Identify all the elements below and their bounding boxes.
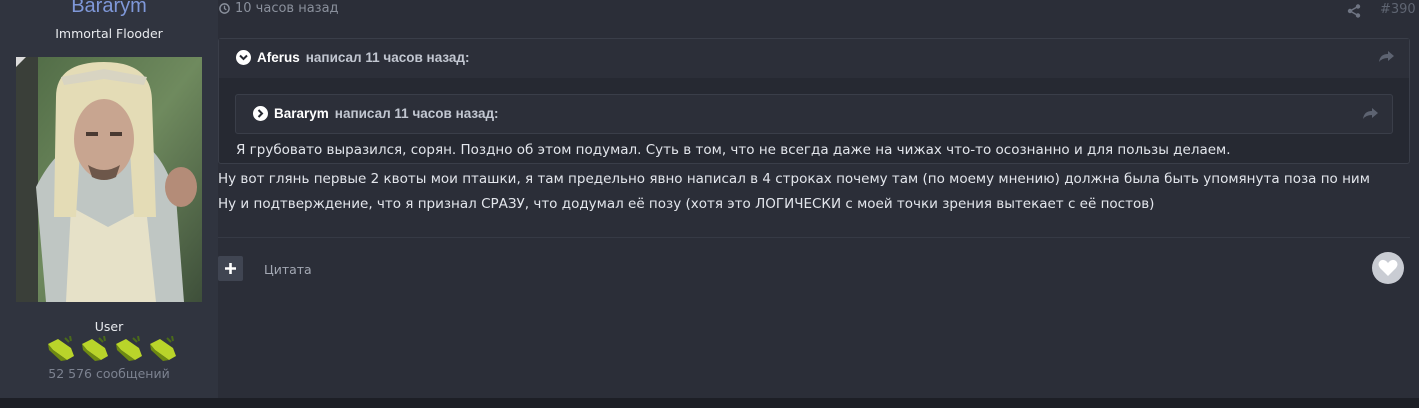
clock-icon bbox=[219, 3, 230, 14]
inner-quote-suffix: написал 11 часов назад: bbox=[334, 106, 499, 121]
plus-icon bbox=[225, 263, 236, 274]
outer-quote-author[interactable]: Aferus bbox=[257, 50, 300, 65]
page-bottom-strip bbox=[0, 398, 1419, 408]
post-time-text: 10 часов назад bbox=[235, 1, 339, 16]
post-timestamp[interactable]: 10 часов назад bbox=[219, 1, 339, 16]
rank-star-icon bbox=[45, 335, 77, 364]
multiquote-button[interactable] bbox=[218, 256, 243, 281]
inner-quote-author[interactable]: Bararym bbox=[274, 106, 329, 121]
post-divider bbox=[218, 237, 1410, 238]
inner-quote-citation[interactable]: Bararym написал 11 часов назад: bbox=[253, 106, 499, 121]
author-panel: Bararym Immortal Flooder User 52 576 соо… bbox=[0, 0, 218, 398]
rank-icons bbox=[45, 335, 181, 364]
author-title: Immortal Flooder bbox=[55, 26, 163, 41]
author-group: User bbox=[94, 319, 124, 334]
outer-quote-suffix: написал 11 часов назад: bbox=[305, 50, 470, 65]
share-icon[interactable] bbox=[1347, 4, 1361, 18]
go-to-quote-icon[interactable] bbox=[1378, 51, 1394, 63]
outer-quote-text: Я грубовато выразился, сорян. Поздно об … bbox=[236, 142, 1231, 158]
go-to-quote-icon[interactable] bbox=[1362, 108, 1378, 120]
post-body-line: Ну и подтверждение, что я признал СРАЗУ,… bbox=[218, 196, 1155, 212]
post-number-link[interactable]: #390 bbox=[1380, 2, 1416, 17]
outer-quote-citation[interactable]: Aferus написал 11 часов назад: bbox=[236, 50, 470, 65]
author-username[interactable]: Bararym bbox=[0, 0, 218, 18]
rank-star-icon bbox=[113, 335, 145, 364]
chevron-down-icon[interactable] bbox=[236, 50, 251, 65]
inner-quote: Bararym написал 11 часов назад: bbox=[235, 94, 1393, 134]
like-button[interactable] bbox=[1372, 252, 1404, 284]
heart-icon bbox=[1378, 259, 1398, 276]
chevron-right-icon[interactable] bbox=[253, 106, 268, 121]
rank-star-icon bbox=[79, 335, 111, 364]
author-post-count[interactable]: 52 576 сообщений bbox=[0, 366, 218, 381]
rank-star-icon bbox=[147, 335, 179, 364]
quote-button[interactable]: Цитата bbox=[264, 262, 312, 277]
avatar-corner-marker bbox=[16, 57, 26, 67]
avatar[interactable] bbox=[16, 57, 202, 302]
post-body-line: Ну вот глянь первые 2 квоты мои пташки, … bbox=[218, 171, 1370, 187]
outer-quote: Aferus написал 11 часов назад: Bararym н… bbox=[218, 38, 1410, 164]
